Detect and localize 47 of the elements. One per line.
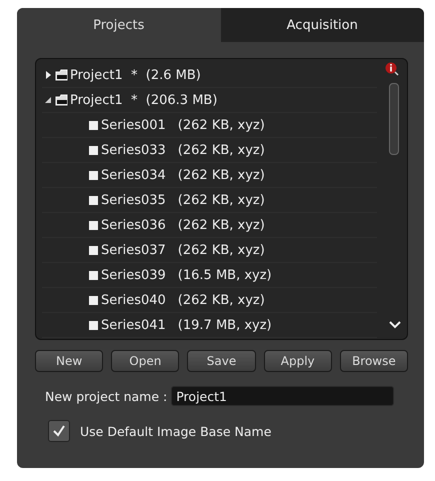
scrollbar[interactable] xyxy=(389,83,399,155)
series-info: (262 KB, xyz) xyxy=(178,118,265,132)
series-info: (262 KB, xyz) xyxy=(178,142,265,158)
tab[interactable]: Acquisition xyxy=(220,8,424,42)
checkbox-label[interactable]: Use Default Image Base Name xyxy=(80,424,272,438)
series-icon xyxy=(89,196,98,204)
project-label[interactable]: Project1 * (206.3 MB) xyxy=(70,92,218,108)
series-icon xyxy=(89,120,98,130)
toolbar-button[interactable]: Open xyxy=(111,350,180,372)
series-icon xyxy=(89,270,98,280)
series-info: (262 KB, xyz) xyxy=(178,242,265,258)
series-info: (262 KB, xyz) xyxy=(178,192,265,208)
folder-icon xyxy=(55,94,69,106)
series-info: (262 KB, xyz) xyxy=(178,218,265,232)
project-label[interactable]: Project1 * (2.6 MB) xyxy=(70,68,201,82)
project-name-field[interactable]: Project1 xyxy=(171,386,394,406)
series-info: (16.5 MB, xyz) xyxy=(178,268,272,282)
series-icon xyxy=(89,170,98,180)
field-label: New project name : xyxy=(45,388,168,404)
toolbar-button[interactable]: New xyxy=(35,350,104,372)
series-name[interactable]: Series033 xyxy=(101,142,166,158)
series-name[interactable]: Series039 xyxy=(101,268,166,282)
toolbar-button[interactable]: Browse xyxy=(340,350,408,372)
series-name[interactable]: Series040 xyxy=(101,292,166,308)
series-icon xyxy=(89,296,98,304)
series-icon xyxy=(89,246,98,254)
series-icon xyxy=(89,320,98,330)
folder-icon xyxy=(55,69,69,81)
checkmark-icon xyxy=(52,424,66,438)
checkbox[interactable] xyxy=(48,420,70,442)
series-name[interactable]: Series037 xyxy=(101,242,166,258)
series-name[interactable]: Series035 xyxy=(101,192,166,208)
series-info: (262 KB, xyz) xyxy=(178,168,265,182)
series-icon xyxy=(89,220,98,230)
info-icon[interactable] xyxy=(385,62,399,76)
chevron-down-icon[interactable] xyxy=(389,321,401,329)
expand-triangle-icon[interactable] xyxy=(44,71,52,79)
series-name[interactable]: Series034 xyxy=(101,168,166,182)
series-info: (262 KB, xyz) xyxy=(178,292,265,308)
series-icon xyxy=(89,146,98,154)
toolbar-button[interactable]: Apply xyxy=(264,350,332,372)
series-name[interactable]: Series001 xyxy=(101,118,166,132)
collapse-triangle-icon[interactable] xyxy=(44,96,52,104)
series-name[interactable]: Series036 xyxy=(101,218,166,232)
series-name[interactable]: Series041 xyxy=(101,318,166,332)
series-info: (19.7 MB, xyz) xyxy=(178,318,272,332)
toolbar-button[interactable]: Save xyxy=(187,350,256,372)
